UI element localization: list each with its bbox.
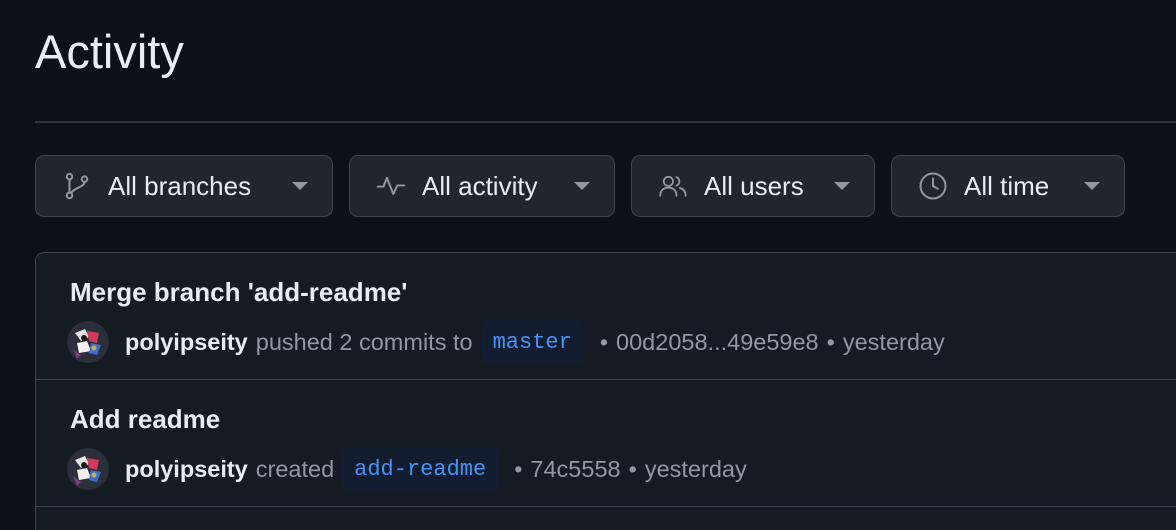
branches-filter-label: All branches [108, 170, 252, 201]
action-text: pushed 2 commits to [255, 328, 473, 355]
title-divider [35, 121, 1176, 123]
separator-dot: • [826, 328, 835, 355]
users-filter-label: All users [704, 170, 804, 201]
separator-dot: • [599, 328, 609, 355]
separator-dot: • [514, 455, 523, 482]
chevron-down-icon [292, 182, 308, 190]
user-link[interactable]: polyipseity [125, 456, 248, 483]
users-filter-button[interactable]: All users [631, 155, 875, 217]
timestamp: yesterday [644, 455, 747, 482]
time-filter-button[interactable]: All time [891, 155, 1125, 217]
time-filter-label: All time [964, 170, 1050, 201]
timestamp: yesterday [842, 328, 945, 355]
activity-filter-label: All activity [422, 170, 538, 201]
people-icon [658, 171, 688, 201]
activity-meta: polyipseity pushed 2 commits to master •… [67, 320, 945, 364]
separator-dot: • [628, 455, 637, 482]
activity-item[interactable]: Add readme polyipseity created add-readm… [36, 380, 1176, 507]
activity-page: Activity All branches All activity All u… [0, 0, 1176, 530]
activity-list: Merge branch 'add-readme' polyipseity pu… [35, 252, 1176, 530]
commit-range-link[interactable]: 00d2058...49e59e8 [616, 329, 819, 356]
commit-message[interactable]: Add readme [70, 404, 220, 435]
clock-icon [918, 171, 948, 201]
activity-filter-button[interactable]: All activity [349, 155, 615, 217]
git-branch-icon [62, 171, 92, 201]
branch-ref[interactable]: add-readme [342, 447, 499, 491]
avatar[interactable] [67, 321, 109, 363]
chevron-down-icon [1084, 182, 1100, 190]
chevron-down-icon [574, 182, 590, 190]
branch-ref[interactable]: master [480, 320, 584, 364]
chevron-down-icon [834, 182, 850, 190]
commit-message[interactable]: Merge branch 'add-readme' [70, 277, 407, 308]
page-title: Activity [35, 25, 184, 78]
pulse-icon [376, 171, 406, 201]
action-text: created [255, 455, 335, 482]
user-link[interactable]: polyipseity [125, 329, 248, 356]
activity-meta: polyipseity created add-readme • 74c5558… [67, 447, 747, 491]
activity-item[interactable]: Merge branch 'add-readme' polyipseity pu… [36, 253, 1176, 380]
commit-sha-link[interactable]: 74c5558 [530, 456, 620, 483]
branches-filter-button[interactable]: All branches [35, 155, 333, 217]
avatar[interactable] [67, 448, 109, 490]
